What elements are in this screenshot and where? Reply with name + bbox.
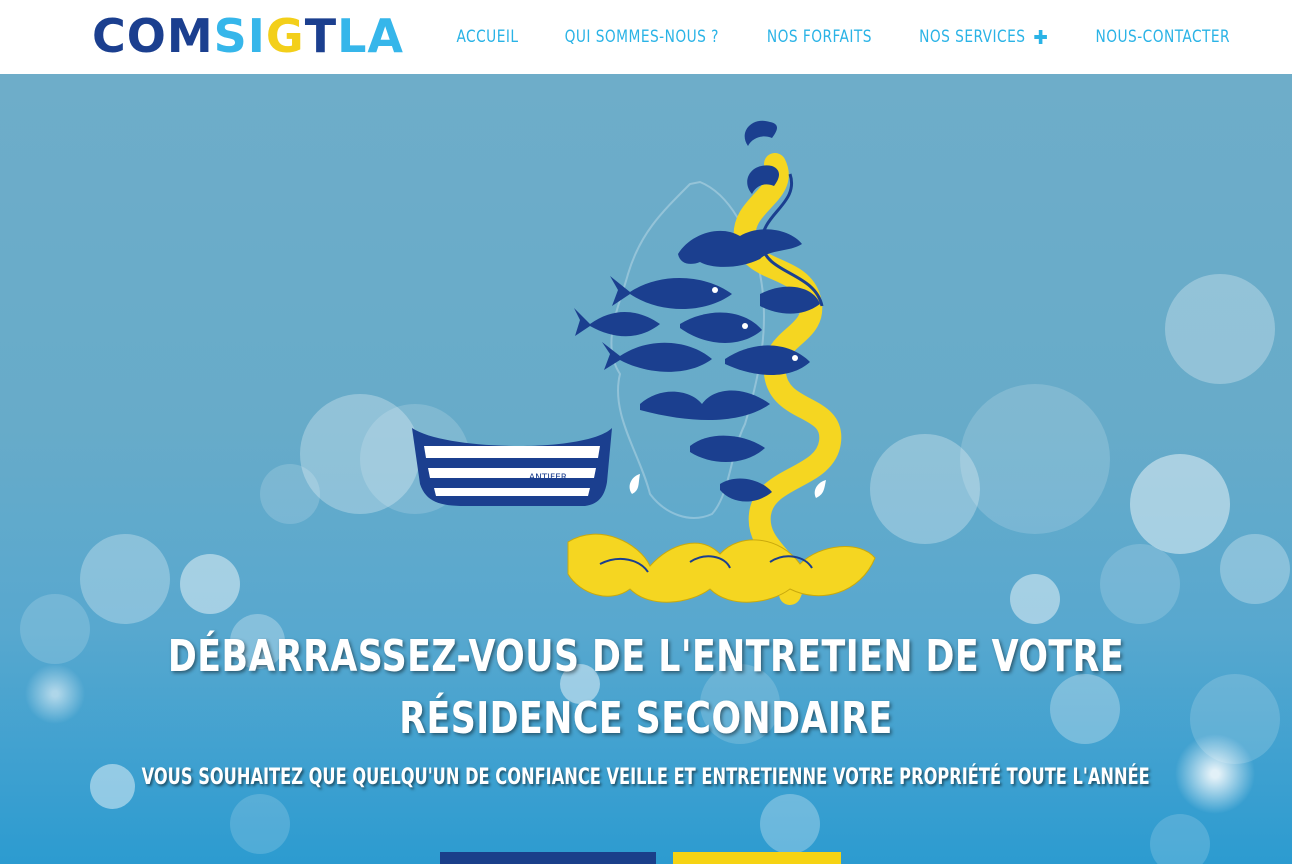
nav-item-qui-sommes-nous[interactable]: QUI SOMMES-NOUS ? [564, 27, 718, 47]
secondary-cta-button[interactable] [673, 852, 841, 864]
logo-letter: G [265, 9, 305, 63]
nav-item-nos-forfaits[interactable]: NOS FORFAITS [767, 27, 872, 47]
logo-letter: T [304, 9, 338, 63]
nav-item-accueil[interactable]: ACCUEIL [456, 27, 518, 47]
splash-drop [814, 480, 826, 498]
plus-icon [1034, 30, 1048, 44]
headline-line-1: DÉBARRASSEZ-VOUS DE L'ENTRETIEN DE VOTRE [167, 631, 1125, 682]
splash-drop [629, 474, 640, 494]
logo-letter: L [337, 9, 368, 63]
boat-label: ANTIFER [529, 473, 567, 483]
yellow-waves [567, 533, 876, 603]
hero-headline: DÉBARRASSEZ-VOUS DE L'ENTRETIEN DE VOTRE… [0, 626, 1292, 750]
logo-letter: S [213, 9, 248, 63]
logo-letter: A [367, 9, 404, 63]
logo-letter: O [126, 9, 167, 63]
logo-letter: C [92, 9, 127, 63]
nav-item-nos-services[interactable]: NOS SERVICES [919, 27, 1048, 47]
primary-cta-button[interactable] [440, 852, 656, 864]
hero-subheadline: VOUS SOUHAITEZ QUE QUELQU'UN DE CONFIANC… [141, 765, 1151, 790]
headline-line-2: RÉSIDENCE SECONDAIRE [399, 693, 893, 744]
wave-icon [744, 120, 777, 146]
logo-letter: M [166, 9, 214, 63]
site-header: C O M S I G T L A ACCUEIL QUI SOMMES-NOU… [0, 0, 1292, 74]
boat-illustration: ANTIFER [412, 428, 612, 506]
main-nav: ACCUEIL QUI SOMMES-NOUS ? NOS FORFAITS N… [436, 0, 1255, 74]
logo-letter: I [247, 9, 266, 63]
hero-banner: ANTIFER DÉBARRASSEZ-VOUS DE L'ENTRETIEN … [0, 74, 1292, 864]
site-logo[interactable]: C O M S I G T L A [92, 8, 404, 64]
nav-item-nous-contacter[interactable]: NOUS-CONTACTER [1096, 27, 1231, 47]
